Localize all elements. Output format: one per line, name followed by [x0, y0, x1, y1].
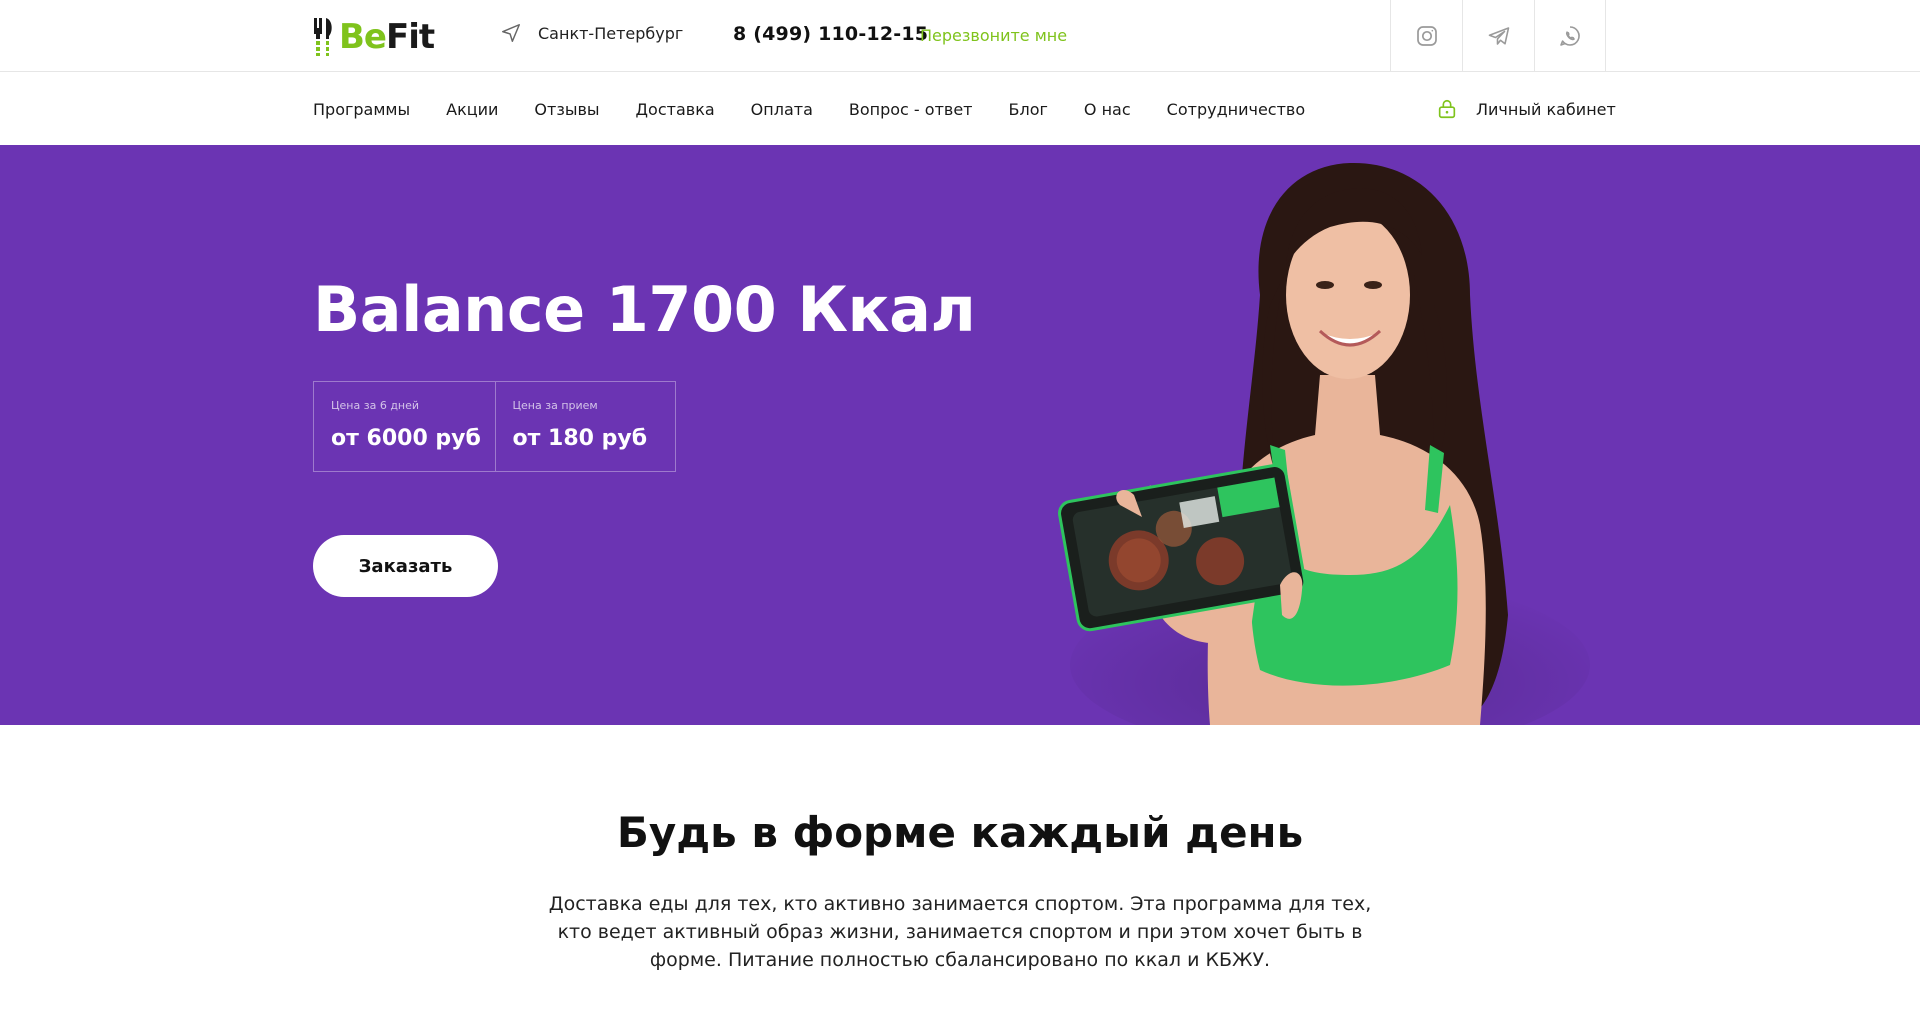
price-cell-per-meal: Цена за прием от 180 руб [494, 382, 676, 471]
logo-text-fit: Fit [385, 17, 435, 57]
callback-link[interactable]: Перезвоните мне [920, 26, 1067, 45]
logo[interactable]: BeFit [313, 14, 435, 60]
hero-banner: Balance 1700 Ккал Цена за 6 дней от 6000… [0, 145, 1920, 725]
price-value: от 180 руб [512, 426, 648, 451]
nav-item-faq[interactable]: Вопрос - ответ [849, 100, 973, 119]
nav-item-partnership[interactable]: Сотрудничество [1167, 100, 1305, 119]
main-nav: Программы Акции Отзывы Доставка Оплата В… [0, 73, 1920, 145]
hero-title: Balance 1700 Ккал [313, 273, 976, 346]
price-box: Цена за 6 дней от 6000 руб Цена за прием… [313, 381, 676, 472]
nav-item-programs[interactable]: Программы [313, 100, 410, 119]
nav-item-promotions[interactable]: Акции [446, 100, 498, 119]
telegram-link[interactable] [1462, 0, 1534, 72]
nav-item-delivery[interactable]: Доставка [636, 100, 715, 119]
instagram-icon [1416, 26, 1437, 46]
price-cell-6-days: Цена за 6 дней от 6000 руб [314, 382, 495, 471]
whatsapp-link[interactable] [1534, 0, 1606, 72]
telegram-icon [1488, 27, 1509, 45]
price-label: Цена за прием [512, 399, 598, 412]
price-label: Цена за 6 дней [331, 399, 420, 412]
whatsapp-icon [1560, 26, 1580, 46]
nav-item-payment[interactable]: Оплата [751, 100, 813, 119]
logo-text-be: Be [339, 17, 387, 57]
social-links [1390, 0, 1606, 72]
top-bar: BeFit Санкт-Петербург 8 (499) 110-12-15 … [0, 0, 1920, 72]
instagram-link[interactable] [1390, 0, 1462, 72]
model-with-meal-box-image [1058, 162, 1590, 725]
personal-account-link[interactable]: Личный кабинет [1436, 73, 1616, 145]
price-value: от 6000 руб [331, 426, 481, 451]
location-arrow-icon [502, 24, 520, 42]
logo-text: BeFit [339, 17, 435, 57]
cutlery-icon [314, 18, 332, 56]
nav-list: Программы Акции Отзывы Доставка Оплата В… [313, 73, 1305, 145]
order-button[interactable]: Заказать [313, 535, 498, 597]
nav-item-blog[interactable]: Блог [1009, 100, 1048, 119]
nav-item-reviews[interactable]: Отзывы [534, 100, 599, 119]
city-selector[interactable]: Санкт-Петербург [500, 22, 683, 44]
section-title: Будь в форме каждый день [616, 808, 1304, 857]
phone-number[interactable]: 8 (499) 110-12-15 [733, 23, 928, 45]
personal-account-label: Личный кабинет [1476, 99, 1616, 119]
city-name: Санкт-Петербург [538, 23, 684, 43]
section-description: Доставка еды для тех, кто активно занима… [548, 893, 1372, 971]
lock-icon [1438, 99, 1456, 119]
nav-item-about[interactable]: О нас [1084, 100, 1131, 119]
